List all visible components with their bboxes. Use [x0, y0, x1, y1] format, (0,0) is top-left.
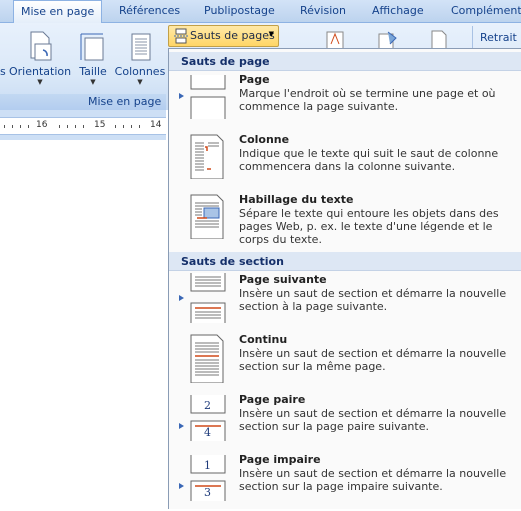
group-label-bar: Mise en page	[0, 94, 166, 110]
menu-item-title: Page	[239, 73, 270, 86]
horizontal-ruler[interactable]: 16 15 14	[0, 117, 166, 135]
ruler-number: 16	[36, 120, 48, 130]
section-header-section-breaks: Sauts de section	[169, 252, 521, 271]
margins-label-fragment[interactable]: s	[0, 65, 6, 78]
menu-item-column[interactable]: Colonne Indique que le texte qui suit le…	[169, 133, 521, 191]
menu-item-title: Habillage du texte	[239, 193, 354, 206]
menu-item-description: Insère un saut de section et démarre la …	[239, 347, 507, 373]
tab-complements[interactable]: Compléments	[451, 0, 521, 22]
page-breaks-menu: Sauts de page Page Marque l'endroit où s…	[168, 48, 521, 509]
menu-item-text-wrapping[interactable]: Habillage du texte Sépare le texte qui e…	[169, 193, 521, 251]
colonnes-label: Colonnes	[114, 65, 166, 78]
menu-item-title: Page suivante	[239, 273, 327, 286]
tab-publipostage[interactable]: Publipostage	[204, 0, 275, 22]
menu-item-page[interactable]: Page Marque l'endroit où se termine une …	[169, 73, 521, 131]
menu-item-continuous[interactable]: Continu Insère un saut de section et dém…	[169, 333, 521, 391]
group-label-mise-en-page: Mise en page	[88, 95, 162, 108]
menu-item-odd-page[interactable]: 1 3 Page impaire Insère un saut de secti…	[169, 453, 521, 511]
menu-item-description: Indique que le texte qui suit le saut de…	[239, 147, 499, 173]
ribbon-tab-bar: Mise en page Références Publipostage Rév…	[0, 0, 521, 23]
menu-item-next-page[interactable]: Page suivante Insère un saut de section …	[169, 273, 521, 331]
menu-item-title: Page impaire	[239, 453, 321, 466]
svg-text:2: 2	[204, 399, 211, 412]
menu-item-title: Colonne	[239, 133, 290, 146]
chevron-down-icon: ▼	[137, 78, 143, 86]
document-page[interactable]	[0, 140, 166, 508]
page-break-icon	[179, 75, 226, 119]
taille-label: Taille	[79, 65, 107, 78]
text-wrapping-icon	[190, 194, 224, 239]
menu-item-title: Page paire	[239, 393, 306, 406]
tab-references[interactable]: Références	[119, 0, 180, 22]
menu-item-even-page[interactable]: 2 4 Page paire Insère un saut de section…	[169, 393, 521, 451]
sauts-de-pages-button[interactable]: Sauts de pages ▼	[168, 25, 279, 47]
retrait-label: Retrait	[480, 31, 517, 44]
tab-revision[interactable]: Révision	[300, 0, 346, 22]
page-size-icon	[80, 33, 104, 61]
columns-icon	[131, 33, 151, 61]
menu-item-description: Insère un saut de section et démarre la …	[239, 467, 507, 493]
orientation-label: Orientation	[9, 65, 72, 78]
menu-item-description: Sépare le texte qui entoure les objets d…	[239, 207, 499, 246]
retrait-group: Retrait	[472, 26, 521, 48]
page-break-small-icon	[174, 28, 188, 44]
ruler-number: 14	[150, 120, 162, 130]
menu-item-description: Insère un saut de section et démarre la …	[239, 407, 507, 433]
menu-item-description: Marque l'endroit où se termine une page …	[239, 87, 496, 113]
tab-mise-en-page[interactable]: Mise en page	[13, 0, 103, 23]
svg-text:4: 4	[204, 426, 211, 439]
menu-item-description: Insère un saut de section et démarre la …	[239, 287, 507, 313]
chevron-down-icon: ▼	[37, 78, 43, 86]
svg-text:3: 3	[204, 486, 211, 499]
orientation-icon	[30, 31, 52, 61]
even-page-icon: 2 4	[179, 395, 226, 441]
svg-text:1: 1	[204, 459, 211, 472]
menu-item-title: Continu	[239, 333, 288, 346]
ruler-number: 15	[94, 120, 106, 130]
section-header-page-breaks: Sauts de page	[169, 52, 521, 71]
sauts-de-pages-label: Sauts de pages	[190, 29, 275, 42]
next-page-icon	[179, 273, 226, 323]
tab-affichage[interactable]: Affichage	[372, 0, 424, 22]
column-break-icon	[190, 134, 224, 179]
odd-page-icon: 1 3	[179, 455, 226, 501]
chevron-down-icon: ▼	[268, 30, 274, 38]
orientation-button[interactable]: Orientation ▼	[9, 30, 71, 86]
chevron-down-icon: ▼	[90, 78, 96, 86]
taille-button[interactable]: Taille ▼	[77, 30, 109, 86]
colonnes-button[interactable]: Colonnes ▼	[114, 30, 166, 86]
continuous-icon	[190, 334, 224, 383]
